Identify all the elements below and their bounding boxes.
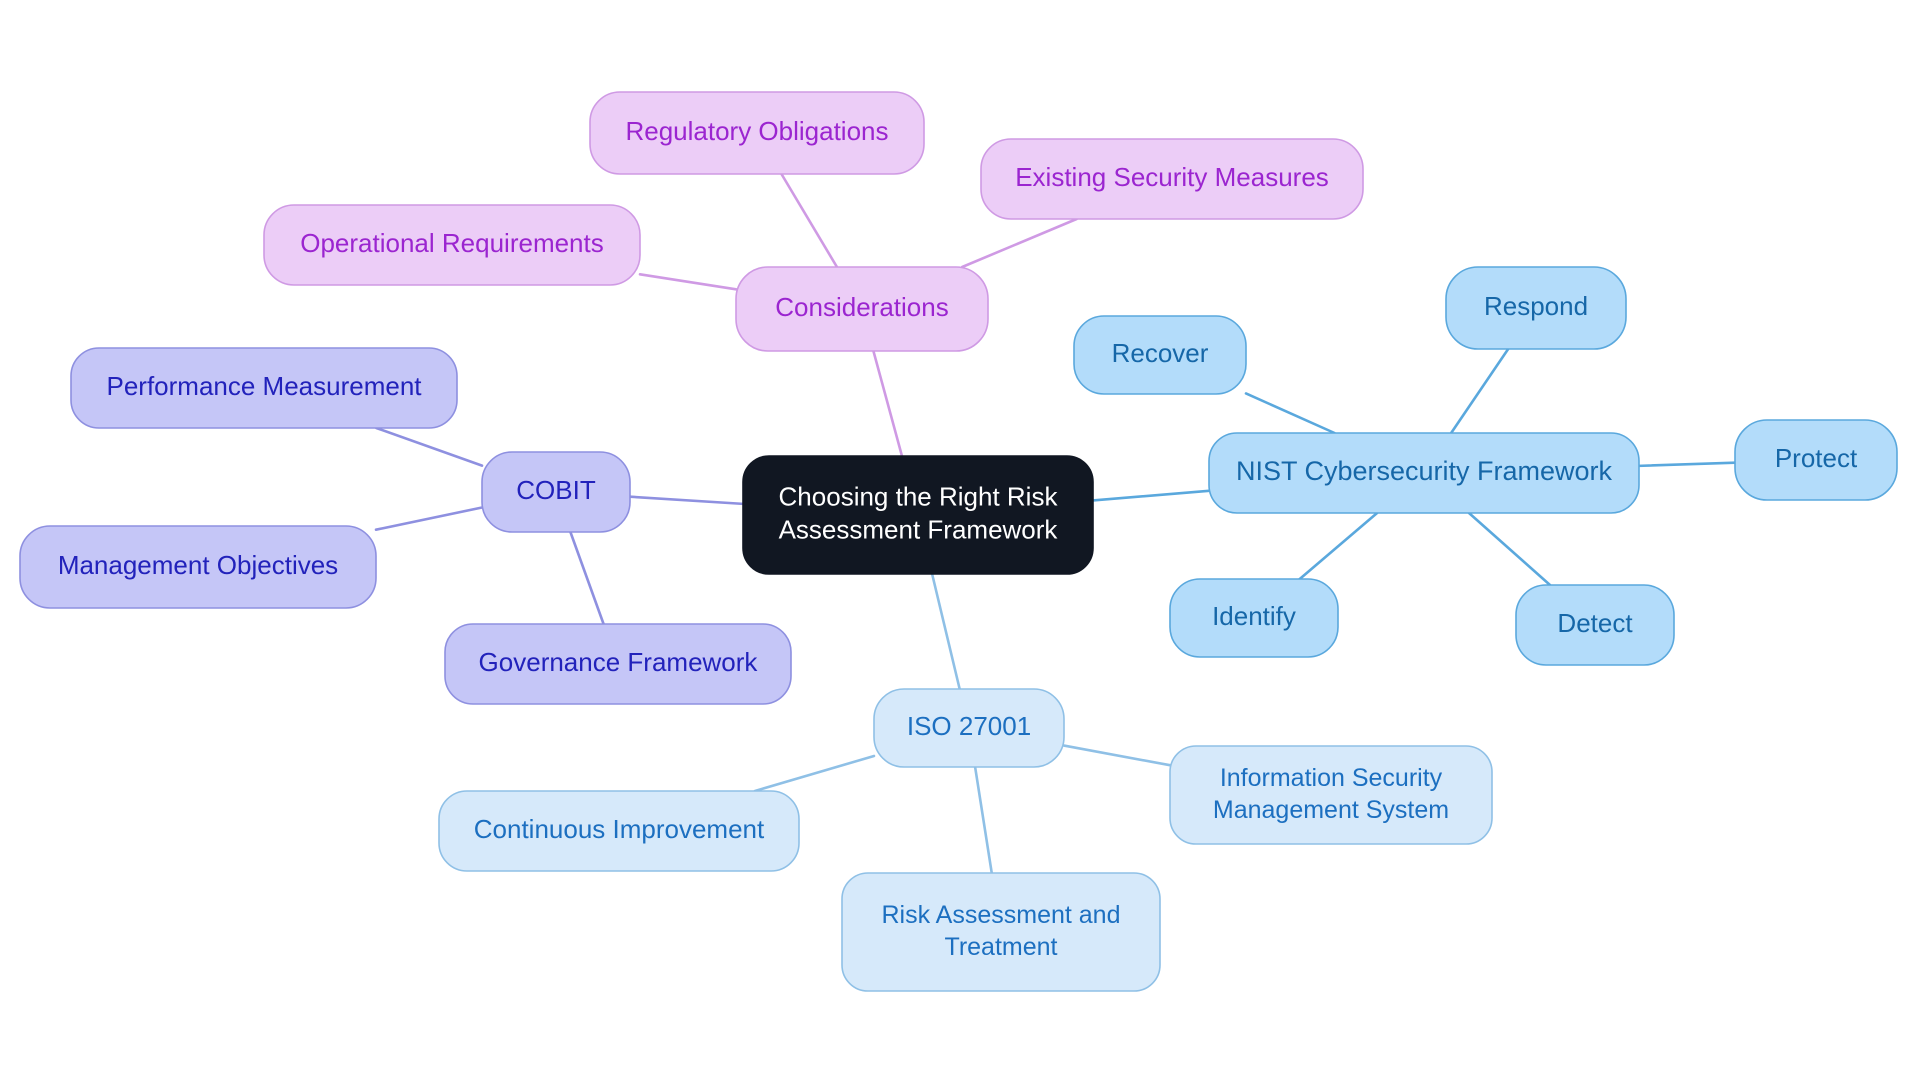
node-label-line: Considerations [775,292,948,322]
edge-root-to-considerations [872,349,904,458]
node-label-protect: Protect [1775,443,1858,473]
mindmap-node-risk-treatment[interactable]: Risk Assessment and Treatment [841,872,1161,992]
mindmap-node-detect[interactable]: Detect [1515,584,1675,666]
mindmap-node-cobit[interactable]: COBIT [481,451,631,533]
node-label-line: Assessment Framework [779,515,1059,545]
node-label-mgmt-objectives: Management Objectives [58,550,338,580]
node-label-considerations: Considerations [775,292,948,322]
node-label-line: Operational Requirements [300,228,604,258]
mindmap-node-nist[interactable]: NIST Cybersecurity Framework [1208,432,1640,514]
edge-root-to-nist [1091,489,1211,502]
node-label-line: Regulatory Obligations [625,116,888,146]
mindmap-canvas: Choosing the Right Risk Assessment Framew… [0,0,1920,1083]
edge-considerations-to-regulatory [780,172,839,269]
node-label-line: Choosing the Right Risk [779,481,1059,511]
edge-nist-to-recover [1244,392,1336,435]
node-label-existing-security: Existing Security Measures [1015,162,1329,192]
node-label-regulatory: Regulatory Obligations [625,116,888,146]
node-label-line: COBIT [516,475,596,505]
node-label-line: Protect [1775,443,1858,473]
node-label-line: Management Objectives [58,550,338,580]
node-label-line: Information Security [1220,764,1443,792]
node-label-line: Respond [1484,291,1588,321]
mindmap-node-iso[interactable]: ISO 27001 [873,688,1065,768]
mindmap-node-identify[interactable]: Identify [1169,578,1339,658]
edge-cobit-to-governance [569,530,605,626]
node-label-performance: Performance Measurement [106,371,422,401]
mindmap-node-governance[interactable]: Governance Framework [444,623,792,705]
mindmap-node-performance[interactable]: Performance Measurement [70,347,458,429]
edge-nist-to-protect [1637,461,1737,468]
node-label-line: Identify [1212,601,1296,631]
node-label-operational: Operational Requirements [300,228,604,258]
mindmap-node-existing-security[interactable]: Existing Security Measures [980,138,1364,220]
mindmap-node-regulatory[interactable]: Regulatory Obligations [589,91,925,175]
node-label-line: Detect [1557,608,1633,638]
node-label-iso: ISO 27001 [907,711,1031,741]
node-label-cobit: COBIT [516,475,596,505]
node-label-nist: NIST Cybersecurity Framework [1236,456,1613,486]
edge-cobit-to-mgmt-objectives [374,506,484,532]
edge-root-to-cobit [628,495,745,506]
node-label-recover: Recover [1112,338,1209,368]
edge-iso-to-continuous [753,754,876,793]
edge-considerations-to-operational [638,273,738,291]
edge-root-to-iso [930,572,961,691]
edge-iso-to-risk-treatment [973,765,994,875]
node-label-line: Management System [1213,796,1449,824]
mindmap-graph: Choosing the Right Risk Assessment Framew… [19,91,1898,992]
edge-nist-to-respond [1449,347,1510,435]
node-label-line: ISO 27001 [907,711,1031,741]
node-label-line: Governance Framework [479,647,759,677]
mindmap-node-protect[interactable]: Protect [1734,419,1898,501]
edge-iso-to-isms [1062,744,1172,767]
mindmap-node-continuous[interactable]: Continuous Improvement [438,790,800,872]
mindmap-node-considerations[interactable]: Considerations [735,266,989,352]
node-label-line: Treatment [944,933,1057,961]
edge-cobit-to-performance [375,426,484,467]
node-label-line: Performance Measurement [106,371,422,401]
node-label-line: Continuous Improvement [474,814,765,844]
node-label-identify: Identify [1212,601,1296,631]
mindmap-node-operational[interactable]: Operational Requirements [263,204,641,286]
mindmap-node-respond[interactable]: Respond [1445,266,1627,350]
mindmap-node-isms[interactable]: Information Security Management System [1169,745,1493,845]
node-label-line: NIST Cybersecurity Framework [1236,456,1613,486]
mindmap-node-recover[interactable]: Recover [1073,315,1247,395]
node-label-line: Existing Security Measures [1015,162,1329,192]
node-layer: Choosing the Right Risk Assessment Framew… [19,91,1898,992]
mindmap-node-mgmt-objectives[interactable]: Management Objectives [19,525,377,609]
edge-nist-to-detect [1467,511,1552,587]
node-label-detect: Detect [1557,608,1633,638]
node-label-line: Recover [1112,338,1209,368]
edge-nist-to-identify [1298,511,1379,581]
node-label-line: Risk Assessment and [882,901,1121,929]
node-label-continuous: Continuous Improvement [474,814,765,844]
node-label-respond: Respond [1484,291,1588,321]
mindmap-node-root[interactable]: Choosing the Right Risk Assessment Framew… [742,455,1094,575]
edge-considerations-to-existing-security [960,217,1078,269]
node-label-governance: Governance Framework [479,647,759,677]
